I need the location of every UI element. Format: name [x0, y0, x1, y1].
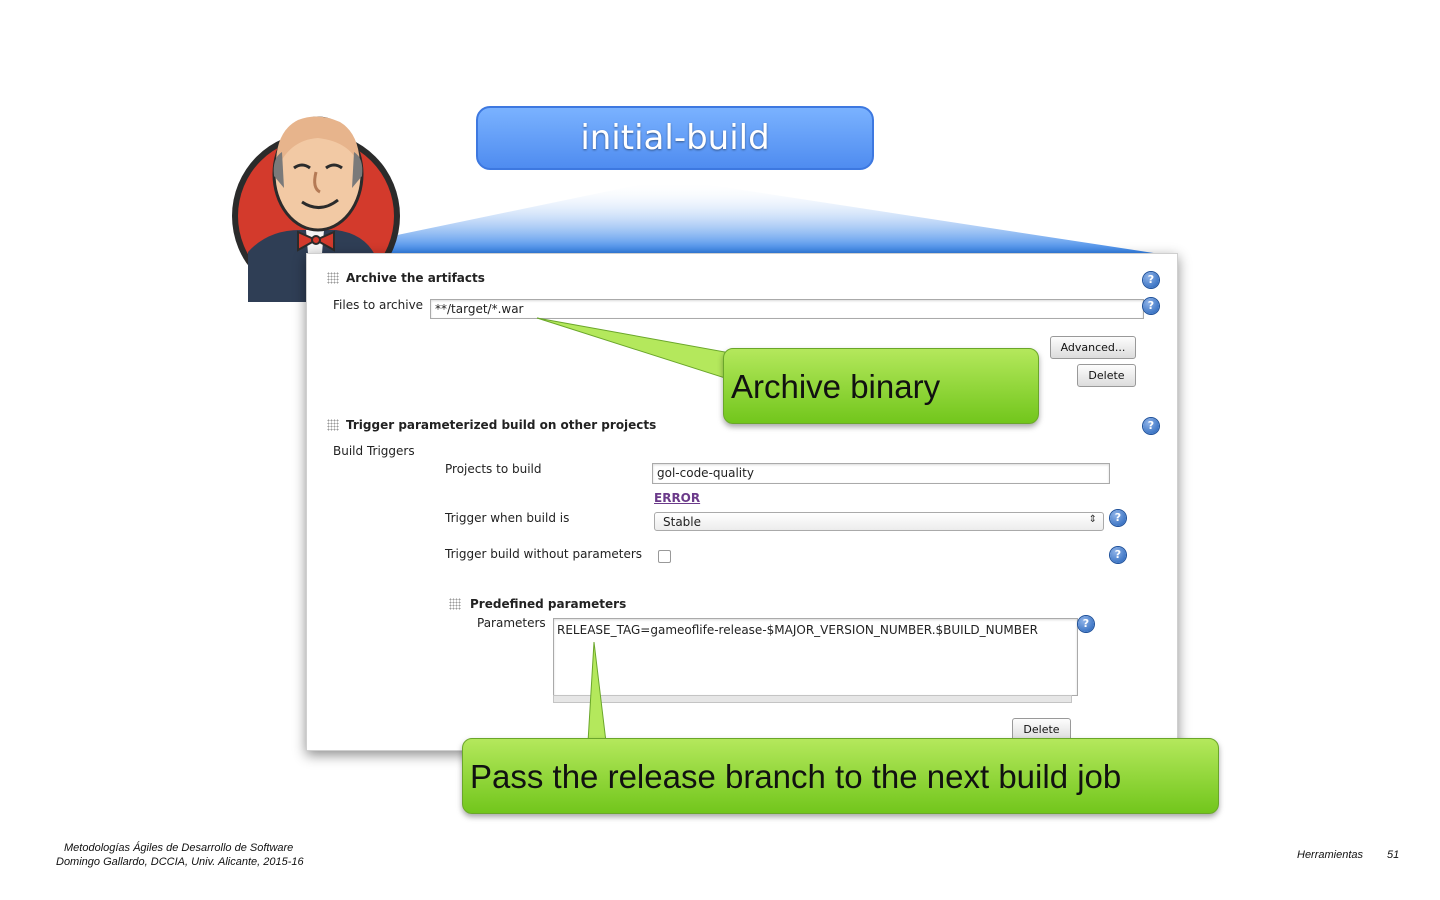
footer-section: Herramientas — [1297, 849, 1364, 861]
footer-page-number: 51 — [1387, 849, 1400, 861]
release-branch-callout: Pass the release branch to the next buil… — [462, 738, 1219, 814]
footer-author: Domingo Gallardo, DCCIA, Univ. Alicante,… — [56, 856, 304, 868]
footer-course: Metodologías Ágiles de Desarrollo de Sof… — [64, 842, 294, 854]
archive-binary-callout: Archive binary — [723, 348, 1039, 424]
